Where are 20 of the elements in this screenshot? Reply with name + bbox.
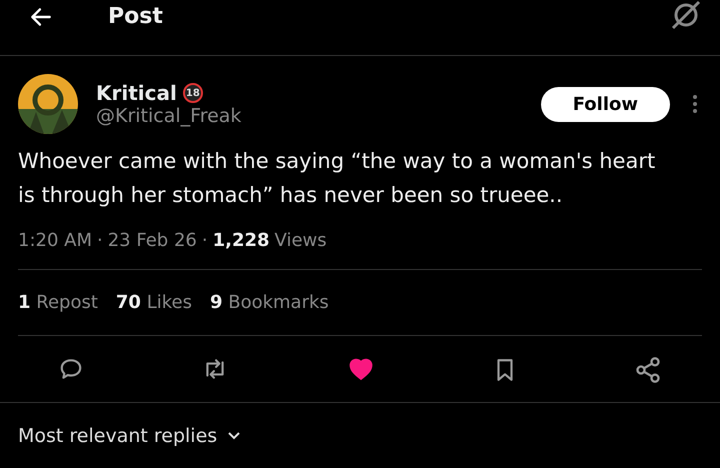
chevron-down-icon[interactable] (227, 431, 242, 441)
post-date: 23 Feb 26 (108, 230, 197, 251)
more-options-icon[interactable] (692, 94, 698, 114)
share-icon[interactable] (634, 356, 662, 384)
post-text: Whoever came with the saying “the way to a woman's heart is through her stomach” has never been so trueee.. (18, 148, 656, 209)
follow-button[interactable]: Follow (540, 86, 670, 122)
views-count: 1,228 (212, 230, 270, 251)
planet-icon[interactable] (670, 0, 702, 30)
engagement-stat[interactable]: 1 Repost (18, 292, 98, 313)
page-title: Post (108, 4, 163, 29)
separator-dot: · (202, 230, 208, 251)
views-label: Views (274, 230, 327, 251)
age-restriction-badge: 18 (182, 83, 203, 103)
separator-dot: · (97, 230, 103, 251)
post-time: 1:20 AM (18, 230, 92, 251)
engagement-stat[interactable]: 70 Likes (116, 292, 192, 313)
reply-sort-dropdown[interactable]: Most relevant replies (18, 425, 218, 447)
author-handle: @Kritical_Freak (96, 105, 242, 127)
author-name: Kritical (96, 81, 177, 105)
engagement-stat[interactable]: 9 Bookmarks (210, 292, 329, 313)
